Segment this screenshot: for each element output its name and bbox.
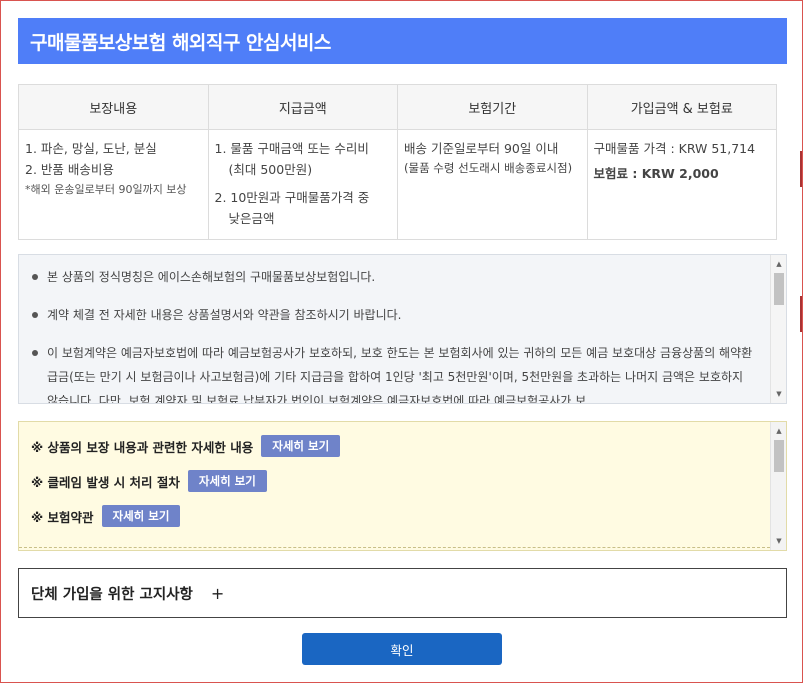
group-notice-accordion[interactable]: 단체 가입을 위한 고지사항 + xyxy=(18,568,787,618)
detail-link-row: ※ 보험약관 자세히 보기 xyxy=(31,504,786,528)
notice-scrollbar[interactable]: ▲ ▼ xyxy=(770,255,786,403)
view-details-button[interactable]: 자세히 보기 xyxy=(101,505,181,527)
notice-item: 본 상품의 정식명칭은 에이스손해보험의 구매물품보상보험입니다. xyxy=(29,265,754,289)
cell-amount: 구매물품 가격 : KRW 51,714 보험료 : KRW 2,000 xyxy=(586,129,777,240)
insurance-modal: 구매물품보상보험 해외직구 안심서비스 보장내용 지급금액 보험기간 가입금액 … xyxy=(3,3,800,680)
payment-item: 2. 10만원과 구매물품가격 중 xyxy=(214,189,370,205)
premium-value: KRW 2,000 xyxy=(637,166,719,182)
premium: 보험료 : KRW 2,000 xyxy=(594,163,771,184)
period-note: (물품 수령 선도래시 배송종료시점) xyxy=(404,161,573,176)
scroll-down-arrow-icon[interactable]: ▼ xyxy=(771,387,786,401)
dashed-divider xyxy=(19,547,770,548)
cell-coverage: 1. 파손, 망실, 도난, 분실 2. 반품 배송비용 *해외 운송일로부터 … xyxy=(18,129,209,240)
header-amount-premium: 가입금액 & 보험료 xyxy=(586,84,777,130)
detail-link-label: ※ 상품의 보장 내용과 관련한 자세한 내용 xyxy=(31,439,254,455)
detail-link-label: ※ 클레임 발생 시 처리 절차 xyxy=(31,474,180,490)
premium-label: 보험료 : xyxy=(593,166,638,182)
confirm-button[interactable]: 확인 xyxy=(302,633,502,665)
scroll-up-arrow-icon[interactable]: ▲ xyxy=(771,424,786,438)
notice-item: 이 보험계약은 예금자보호법에 따라 예금보험공사가 보호하되, 보호 한도는 … xyxy=(29,341,754,403)
coverage-item: 1. 파손, 망실, 도난, 분실 xyxy=(25,141,157,156)
notice-item: 계약 체결 전 자세한 내용은 상품설명서와 약관을 참조하시기 바랍니다. xyxy=(29,303,754,327)
payment-item: 1. 물품 구매금액 또는 수리비 xyxy=(214,141,369,156)
coverage-table-row: 1. 파손, 망실, 도난, 분실 2. 반품 배송비용 *해외 운송일로부터 … xyxy=(18,129,777,240)
payment-item-sub: 낮은금액 xyxy=(228,210,275,226)
detail-links-box: ※ 상품의 보장 내용과 관련한 자세한 내용 자세히 보기 ※ 클레임 발생 … xyxy=(18,421,787,551)
cell-payment: 1. 물품 구매금액 또는 수리비 (최대 500만원) 2. 10만원과 구매… xyxy=(207,129,398,240)
scroll-thumb[interactable] xyxy=(774,440,784,472)
scroll-thumb[interactable] xyxy=(774,273,784,305)
coverage-table: 보장내용 지급금액 보험기간 가입금액 & 보험료 1. 파손, 망실, 도난,… xyxy=(18,84,777,240)
period-text: 배송 기준일로부터 90일 이내 xyxy=(404,141,559,156)
group-notice-label: 단체 가입을 위한 고지사항 xyxy=(31,586,193,603)
modal-title-bar: 구매물품보상보험 해외직구 안심서비스 xyxy=(18,18,787,64)
purchase-price: 구매물품 가격 : KRW 51,714 xyxy=(593,141,756,156)
coverage-table-header: 보장내용 지급금액 보험기간 가입금액 & 보험료 xyxy=(18,84,777,130)
detail-link-label: ※ 보험약관 xyxy=(31,509,94,525)
window-frame: 구매물품보상보험 해외직구 안심서비스 보장내용 지급금액 보험기간 가입금액 … xyxy=(0,0,803,683)
detail-link-row: ※ 클레임 발생 시 처리 절차 자세히 보기 xyxy=(31,469,786,493)
coverage-note: *해외 운송일로부터 90일까지 보상 xyxy=(25,182,187,196)
view-details-button[interactable]: 자세히 보기 xyxy=(261,435,341,457)
header-payment: 지급금액 xyxy=(207,84,398,130)
plus-icon[interactable]: + xyxy=(211,584,224,603)
scroll-up-arrow-icon[interactable]: ▲ xyxy=(771,257,786,271)
detail-link-row: ※ 상품의 보장 내용과 관련한 자세한 내용 자세히 보기 xyxy=(31,434,786,458)
links-scrollbar[interactable]: ▲ ▼ xyxy=(770,422,786,550)
scroll-down-arrow-icon[interactable]: ▼ xyxy=(771,534,786,548)
modal-title: 구매물품보상보험 해외직구 안심서비스 xyxy=(30,31,331,54)
payment-item-sub: (최대 500만원) xyxy=(228,162,313,178)
header-period: 보험기간 xyxy=(397,84,588,130)
notice-box: 본 상품의 정식명칭은 에이스손해보험의 구매물품보상보험입니다. 계약 체결 … xyxy=(18,254,787,404)
header-coverage: 보장내용 xyxy=(18,84,209,130)
cell-period: 배송 기준일로부터 90일 이내 (물품 수령 선도래시 배송종료시점) xyxy=(397,129,588,240)
coverage-item: 2. 반품 배송비용 xyxy=(25,162,114,178)
view-details-button[interactable]: 자세히 보기 xyxy=(187,470,267,492)
